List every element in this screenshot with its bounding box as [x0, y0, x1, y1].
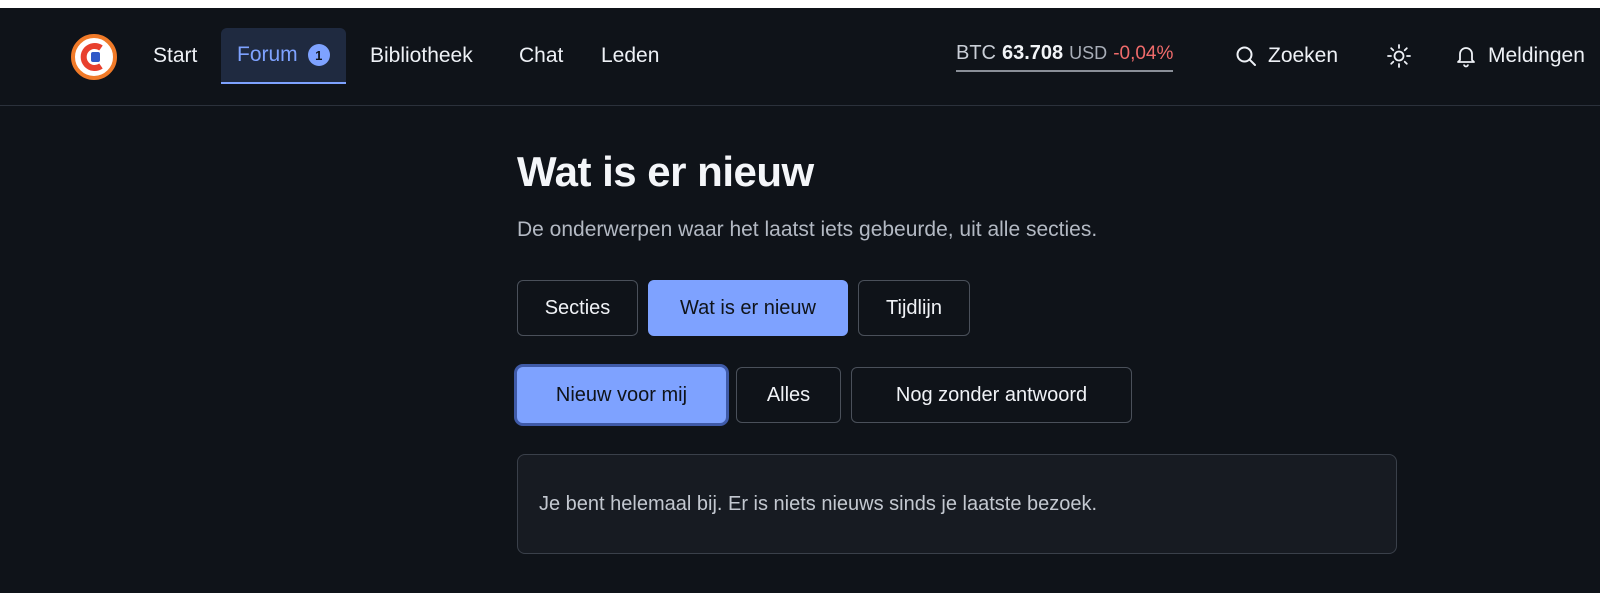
notifications-label: Meldingen: [1488, 44, 1585, 67]
sun-icon: [1386, 43, 1412, 69]
page-title: Wat is er nieuw: [517, 148, 814, 195]
ticker-price: 63.708: [1002, 42, 1064, 64]
nav-chat[interactable]: Chat: [519, 28, 563, 84]
nav-start[interactable]: Start: [153, 28, 197, 84]
filter-alles[interactable]: Alles: [736, 367, 841, 423]
search-label: Zoeken: [1268, 44, 1339, 67]
nav-chat-label: Chat: [519, 44, 564, 67]
theme-toggle-button[interactable]: [1386, 28, 1412, 84]
top-strip: [0, 0, 1600, 8]
ticker-change: -0,04%: [1113, 43, 1174, 64]
logo-icon[interactable]: [71, 34, 117, 80]
nav-start-label: Start: [153, 44, 198, 67]
tab-secties[interactable]: Secties: [517, 280, 638, 336]
nav-leden-label: Leden: [601, 44, 660, 67]
ticker-symbol: BTC: [956, 42, 996, 64]
search-button[interactable]: Zoeken: [1234, 28, 1338, 84]
nav-bibliotheek[interactable]: Bibliotheek: [370, 28, 473, 84]
tab-tijdlijn[interactable]: Tijdlijn: [858, 280, 970, 336]
nav-forum-label: Forum: [237, 43, 298, 66]
forum-count-badge: 1: [307, 44, 330, 66]
tab-wat-is-er-nieuw[interactable]: Wat is er nieuw: [648, 280, 848, 336]
btc-ticker[interactable]: BTC 63.708 USD -0,04%: [956, 42, 1174, 72]
nav-bibliotheek-label: Bibliotheek: [370, 44, 473, 67]
bell-icon: [1454, 44, 1478, 68]
nav-forum[interactable]: Forum 1: [221, 28, 346, 84]
notifications-button[interactable]: Meldingen: [1454, 28, 1585, 84]
page-subtitle: De onderwerpen waar het laatst iets gebe…: [517, 218, 1098, 241]
empty-state-message: Je bent helemaal bij. Er is niets nieuws…: [539, 492, 1098, 515]
navbar: Start Forum 1 Bibliotheek Chat Leden BTC…: [0, 8, 1600, 106]
ticker-currency: USD: [1069, 43, 1108, 63]
nav-leden[interactable]: Leden: [601, 28, 659, 84]
search-icon: [1234, 44, 1258, 68]
filter-nog-zonder-antwoord[interactable]: Nog zonder antwoord: [851, 367, 1132, 423]
filter-nieuw-voor-mij[interactable]: Nieuw voor mij: [517, 367, 726, 423]
empty-state-notice: Je bent helemaal bij. Er is niets nieuws…: [517, 454, 1397, 554]
